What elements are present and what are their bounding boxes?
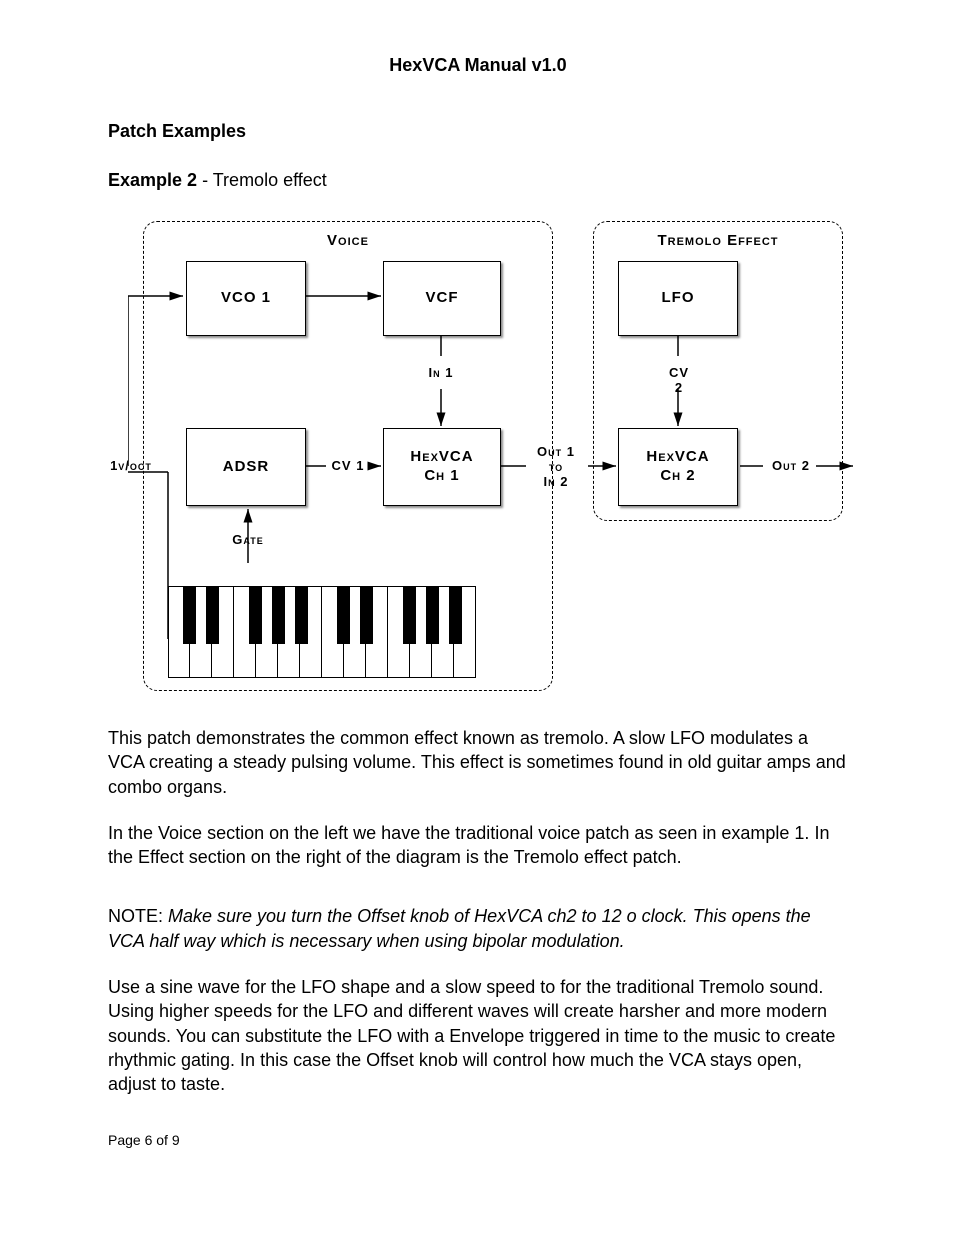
box-lfo: LFO — [618, 261, 738, 336]
box-hexvca-ch2: HexVCA Ch 2 — [618, 428, 738, 506]
note-body: Make sure you turn the Offset knob of He… — [108, 906, 811, 950]
label-cv2: CV 2 — [663, 366, 695, 396]
box-vco1: VCO 1 — [186, 261, 306, 336]
note-label: NOTE: — [108, 906, 168, 926]
label-gate: Gate — [228, 533, 268, 548]
label-in1: In 1 — [426, 366, 456, 381]
example-heading: Example 2 - Tremolo effect — [108, 170, 848, 191]
box-hexvca-ch1: HexVCA Ch 1 — [383, 428, 501, 506]
example-label: Example 2 — [108, 170, 197, 190]
example-desc: - Tremolo effect — [197, 170, 327, 190]
label-1voct: 1v/oct — [106, 459, 156, 474]
paragraph-1: This patch demonstrates the common effec… — [108, 726, 848, 799]
paragraph-3: Use a sine wave for the LFO shape and a … — [108, 975, 848, 1096]
patch-diagram: Voice Tremolo Effect VCO 1 VCF LFO ADSR … — [128, 221, 898, 701]
keyboard-icon — [168, 586, 476, 678]
label-cv1: CV 1 — [330, 459, 366, 474]
doc-title: HexVCA Manual v1.0 — [108, 55, 848, 76]
group-voice-title: Voice — [144, 232, 552, 249]
label-out1-to-in2: Out 1 to In 2 — [526, 445, 586, 490]
section-heading: Patch Examples — [108, 121, 848, 142]
paragraph-2: In the Voice section on the left we have… — [108, 821, 848, 870]
label-out2: Out 2 — [766, 459, 816, 474]
page-indicator: Page 6 of 9 — [108, 1132, 848, 1148]
box-adsr: ADSR — [186, 428, 306, 506]
group-tremolo-title: Tremolo Effect — [594, 232, 842, 249]
note-paragraph: NOTE: Make sure you turn the Offset knob… — [108, 904, 848, 953]
box-vcf: VCF — [383, 261, 501, 336]
